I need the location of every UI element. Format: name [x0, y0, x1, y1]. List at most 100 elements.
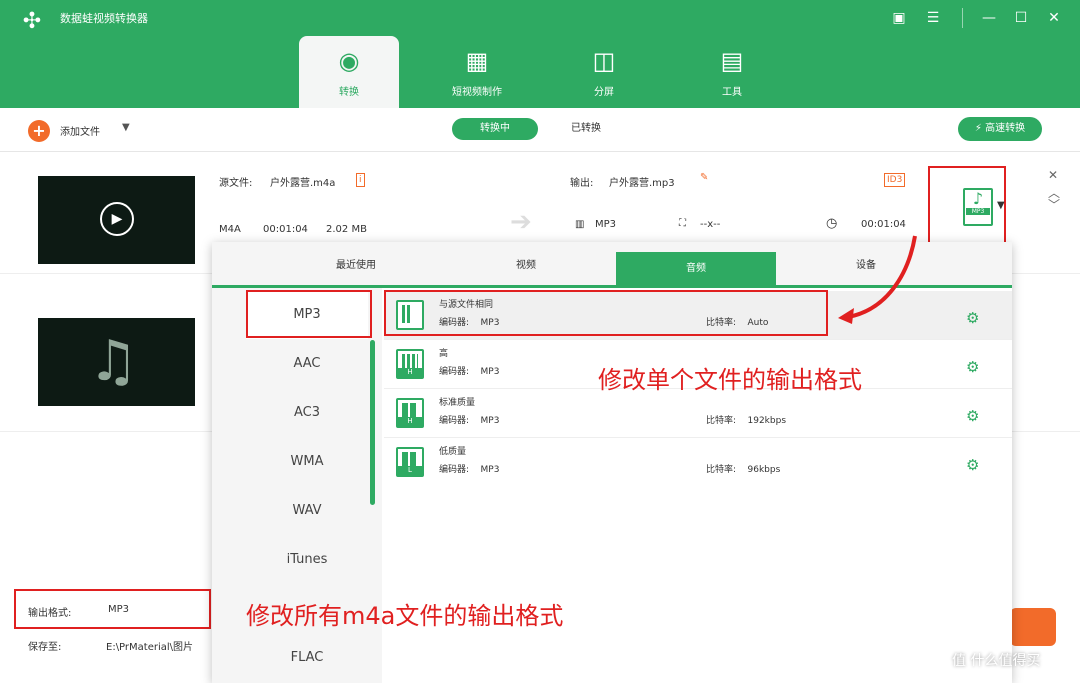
annotation-arrow-head: [838, 308, 854, 324]
close-icon[interactable]: ✕: [1043, 8, 1065, 28]
gear-icon[interactable]: ⚙: [966, 358, 979, 376]
annotation-single-format: 修改单个文件的输出格式: [598, 366, 862, 394]
video-thumbnail[interactable]: ▶: [38, 176, 195, 264]
tab-recent[interactable]: 最近使用: [276, 256, 436, 271]
output-format-label: 输出格式:: [28, 608, 72, 619]
preset-bitrate: 比特率: 192kbps: [706, 413, 786, 426]
format-item-wav[interactable]: WAV: [246, 486, 368, 535]
tab-short-video[interactable]: ▦ 短视频制作: [427, 36, 527, 108]
music-note-icon: ♪: [972, 189, 984, 208]
split-icon: ◫: [592, 47, 616, 75]
id3-icon[interactable]: ID3: [884, 173, 906, 187]
gear-icon[interactable]: ⚙: [966, 456, 979, 474]
preset-icon-graphic: [402, 452, 416, 466]
film-icon: ▥: [575, 219, 585, 230]
mp3-highlight: [246, 290, 372, 338]
output-label: 输出:: [570, 178, 594, 189]
gear-icon[interactable]: ⚙: [966, 407, 979, 425]
add-file-dropdown-icon[interactable]: ▼: [122, 122, 130, 133]
source-label: 源文件:: [219, 178, 253, 189]
edit-icon[interactable]: ✎: [700, 172, 708, 183]
format-list-scrollbar[interactable]: [370, 340, 375, 505]
bitrate-label: 比特率:: [706, 416, 737, 426]
remove-file-icon[interactable]: ✕: [1048, 168, 1058, 182]
fast-convert-label: 高速转换: [985, 123, 1026, 134]
tab-video[interactable]: 视频: [446, 256, 606, 271]
annotation-arrow: [838, 235, 917, 324]
info-icon[interactable]: i: [356, 173, 365, 187]
preset-item[interactable]: H 标准质量 编码器: MP3 比特率: 192kbps ⚙: [384, 389, 1012, 438]
format-item-aac[interactable]: AAC: [246, 339, 368, 388]
preset-name: 标准质量: [439, 398, 476, 408]
output-format-select[interactable]: MP3: [108, 604, 129, 615]
maximize-icon[interactable]: ☐: [1010, 8, 1032, 28]
move-down-icon[interactable]: ﹀: [1048, 196, 1060, 213]
format-item-flac[interactable]: FLAC: [246, 633, 368, 682]
output-filename: 户外露营.mp3: [609, 178, 675, 189]
converted-tab[interactable]: 已转换: [556, 118, 616, 140]
menu-icon[interactable]: ☰: [922, 8, 944, 28]
toolbar: [0, 108, 1080, 152]
preset-icon: H: [396, 398, 424, 428]
encoder-value: MP3: [480, 465, 500, 475]
bitrate-value: 96kbps: [747, 465, 781, 475]
preset-icon: L: [396, 447, 424, 477]
preset-name: 高: [439, 349, 449, 359]
convert-arrow-icon: ➔: [510, 207, 532, 237]
preset-name: 低质量: [439, 447, 467, 457]
output-resolution: --x--: [700, 219, 721, 230]
title-separator: [962, 8, 963, 28]
format-item-ac3[interactable]: AC3: [246, 388, 368, 437]
save-to-label: 保存至:: [28, 642, 62, 653]
preset-highlight: [384, 290, 828, 336]
save-path-field[interactable]: E:\PrMaterial\图片: [106, 638, 193, 653]
annotation-arrow-line: [847, 235, 917, 319]
converting-tab[interactable]: 转换中: [452, 118, 538, 140]
tab-audio[interactable]: 音频: [616, 252, 776, 285]
source-filename: 户外露营.m4a: [270, 178, 336, 189]
add-file-icon[interactable]: +: [28, 120, 50, 142]
add-file-button[interactable]: 添加文件: [60, 123, 100, 138]
fast-convert-button[interactable]: ⚡ 高速转换: [958, 117, 1042, 141]
annotation-all-format: 修改所有m4a文件的输出格式: [246, 602, 564, 630]
input-size: 2.02 MB: [326, 224, 367, 235]
toolbox-icon: ▤: [720, 47, 744, 75]
convert-icon: ◉: [338, 47, 360, 75]
preset-quality-tag: H: [398, 368, 422, 377]
format-item-wma[interactable]: WMA: [246, 437, 368, 486]
preset-item[interactable]: L 低质量 编码器: MP3 比特率: 96kbps ⚙: [384, 438, 1012, 487]
preset-icon: H: [396, 349, 424, 379]
encoder-label: 编码器:: [439, 416, 470, 426]
input-format: M4A: [219, 224, 241, 235]
resolution-icon: ⛶: [679, 218, 686, 229]
gear-icon[interactable]: ⚙: [966, 309, 979, 327]
output-duration: 00:01:04: [861, 219, 906, 230]
encoder-label: 编码器:: [439, 367, 470, 377]
encoder-value: MP3: [480, 416, 500, 426]
watermark: 值 什么值得买: [952, 653, 1041, 669]
output-format: MP3: [595, 219, 617, 230]
feedback-icon[interactable]: ▣: [888, 8, 910, 28]
preset-quality-tag: L: [398, 466, 422, 475]
format-dropdown-icon[interactable]: ▼: [997, 200, 1005, 211]
app-title: 数据蛙视频转换器: [60, 12, 148, 25]
encoder-label: 编码器:: [439, 465, 470, 475]
preset-encoder: 编码器: MP3: [439, 364, 499, 377]
preset-encoder: 编码器: MP3: [439, 413, 499, 426]
preset-quality-tag: H: [398, 417, 422, 426]
tab-tools[interactable]: ▤ 工具: [682, 36, 782, 108]
format-tag: MP3: [966, 208, 990, 215]
preset-icon-graphic: [402, 403, 416, 417]
play-icon[interactable]: ▶: [100, 202, 134, 236]
output-format-selector[interactable]: ♪ MP3: [963, 188, 993, 226]
tab-split-screen[interactable]: ◫ 分屏: [554, 36, 654, 108]
audio-thumbnail[interactable]: ♫: [38, 318, 195, 406]
music-note-icon: ♫: [88, 329, 139, 394]
convert-all-button[interactable]: [1010, 608, 1056, 646]
app-logo-icon: ✣: [22, 9, 42, 34]
preset-bitrate: 比特率: 96kbps: [706, 462, 780, 475]
preset-icon-graphic: [402, 354, 418, 368]
minimize-icon[interactable]: —: [978, 8, 1000, 28]
tab-convert[interactable]: ◉ 转换: [299, 36, 399, 108]
format-item-itunes[interactable]: iTunes: [246, 535, 368, 584]
